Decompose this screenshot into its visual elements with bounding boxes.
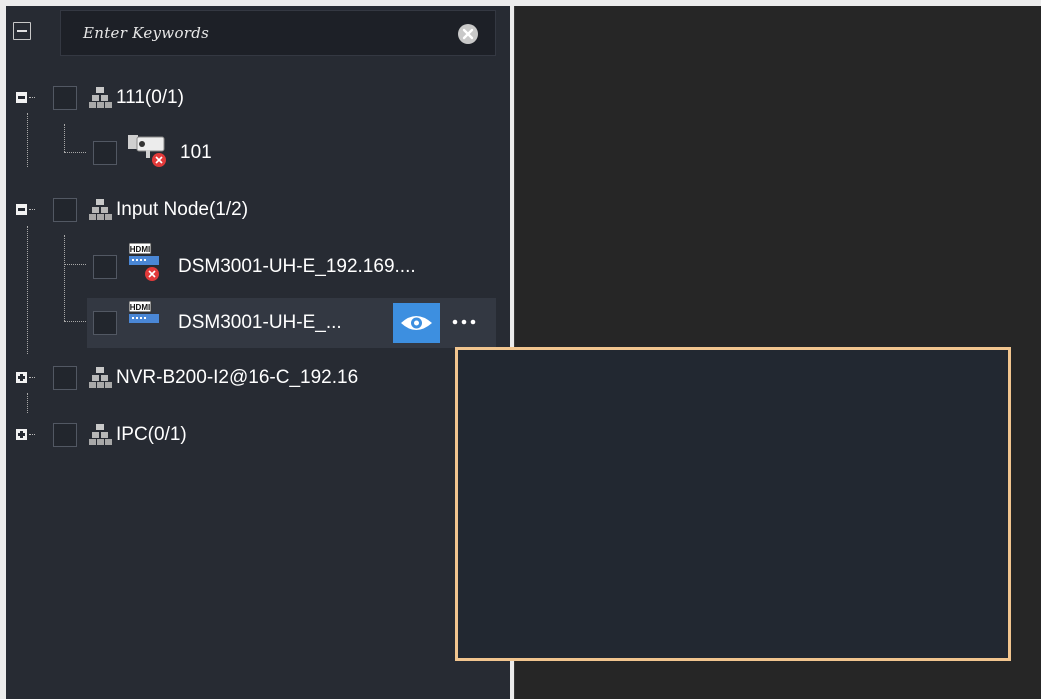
tree-group-label: 111(0/1)	[116, 87, 184, 108]
collapse-all-icon[interactable]	[13, 22, 31, 40]
tree-group-label: IPC(0/1)	[116, 424, 187, 445]
device-group-icon	[89, 199, 112, 220]
hdmi-offline-icon	[129, 243, 160, 282]
window-background: Enter Keywords 111(0/1) 101 Input Node(1…	[0, 0, 1041, 699]
hdmi-device-icon	[129, 301, 160, 324]
search-input[interactable]: Enter Keywords	[60, 10, 496, 56]
more-dots-icon	[452, 319, 476, 325]
camera-offline-icon	[128, 135, 167, 168]
node-checkbox[interactable]	[93, 311, 117, 335]
device-group-icon	[89, 424, 112, 445]
node-checkbox[interactable]	[53, 198, 77, 222]
tree-group-row[interactable]: NVR-B200-I2@16-C_192.16	[0, 358, 504, 398]
node-checkbox[interactable]	[53, 86, 77, 110]
tree-connector	[29, 209, 35, 210]
clear-circle-icon[interactable]	[458, 24, 478, 44]
more-options-button[interactable]	[447, 303, 487, 343]
tree-connector	[29, 377, 35, 378]
search-placeholder: Enter Keywords	[83, 24, 210, 42]
node-checkbox[interactable]	[93, 255, 117, 279]
collapse-node-icon[interactable]	[16, 204, 27, 215]
tree-device-label: 101	[180, 142, 212, 163]
tree-device-row[interactable]: DSM3001-UH-E_192.169....	[0, 243, 504, 287]
node-checkbox[interactable]	[53, 366, 77, 390]
tree-group-row[interactable]: IPC(0/1)	[0, 415, 504, 455]
preview-button[interactable]	[393, 303, 440, 343]
expand-node-icon[interactable]	[16, 372, 27, 383]
tree-connector	[29, 434, 35, 435]
expand-node-icon[interactable]	[16, 429, 27, 440]
tree-device-label: DSM3001-UH-E_192.169....	[178, 256, 416, 277]
node-checkbox[interactable]	[93, 141, 117, 165]
tree-group-label: NVR-B200-I2@16-C_192.16	[116, 367, 359, 388]
tree-connector	[29, 97, 35, 98]
device-group-icon	[89, 87, 112, 108]
device-group-icon	[89, 367, 112, 388]
collapse-node-icon[interactable]	[16, 92, 27, 103]
eye-icon	[401, 316, 432, 330]
tree-group-row[interactable]: 111(0/1)	[0, 78, 504, 118]
preview-popup	[455, 347, 1011, 661]
tree-group-row[interactable]: Input Node(1/2)	[0, 190, 504, 230]
tree-device-row[interactable]: 101	[0, 133, 504, 173]
node-checkbox[interactable]	[53, 423, 77, 447]
tree-device-label: DSM3001-UH-E_...	[178, 312, 342, 333]
tree-group-label: Input Node(1/2)	[116, 199, 249, 220]
